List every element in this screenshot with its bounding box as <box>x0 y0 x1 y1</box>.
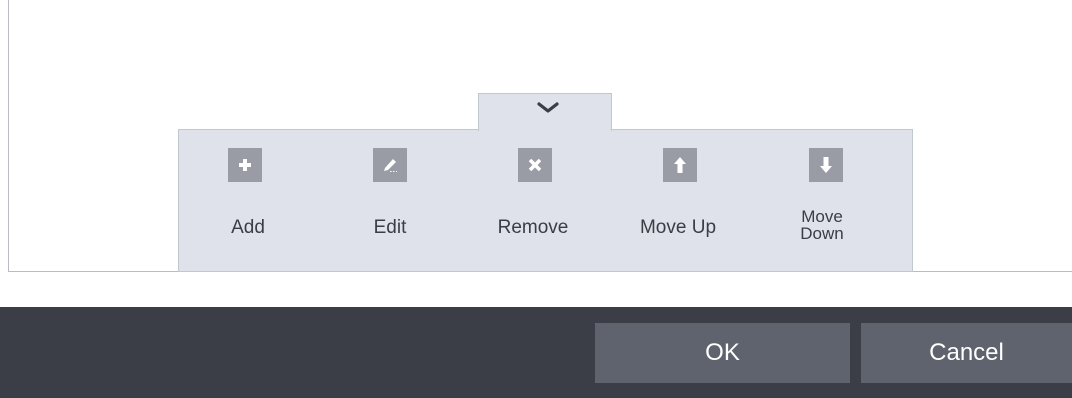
remove-label: Remove <box>497 217 569 238</box>
edit-button[interactable]: Edit <box>340 130 440 270</box>
cancel-button[interactable]: Cancel <box>861 323 1072 383</box>
remove-button[interactable]: Remove <box>483 130 583 270</box>
arrow-up-icon <box>663 148 697 182</box>
action-toolbar: Add Edit Remove Move Up Move Down <box>178 129 913 272</box>
plus-icon <box>228 148 262 182</box>
x-icon <box>518 148 552 182</box>
arrow-down-icon <box>809 148 843 182</box>
move-down-button[interactable]: Move Down <box>772 130 872 270</box>
move-down-label-line2: Down <box>800 224 844 243</box>
add-button[interactable]: Add <box>198 130 298 270</box>
move-down-label-line1: Move <box>801 207 843 226</box>
ok-button[interactable]: OK <box>595 323 850 383</box>
edit-label: Edit <box>373 217 407 238</box>
tab-joint <box>479 128 611 132</box>
add-label: Add <box>231 217 265 238</box>
toolbar-collapse-tab[interactable] <box>478 93 612 131</box>
pencil-icon <box>373 148 407 182</box>
move-down-label: Move Down <box>772 208 872 242</box>
chevron-down-icon <box>537 102 559 113</box>
move-up-button[interactable]: Move Up <box>628 130 728 270</box>
move-up-label: Move Up <box>639 217 717 238</box>
dialog-footer: OK Cancel <box>0 307 1072 398</box>
